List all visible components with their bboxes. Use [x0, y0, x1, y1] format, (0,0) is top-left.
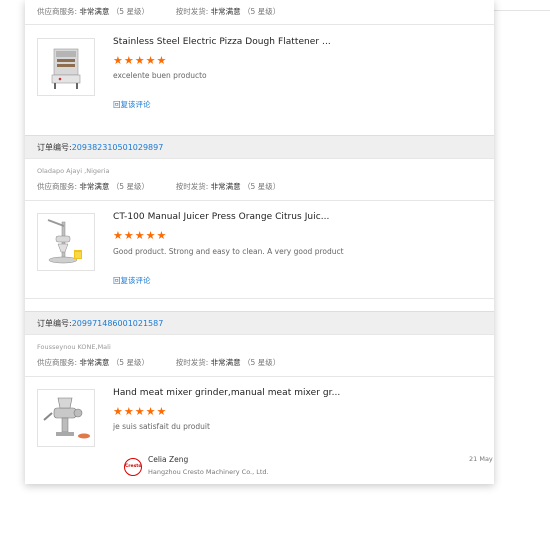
shipping-level: （5 星级）: [243, 358, 281, 367]
service-rating-row: 供应商服务: 非常满意 （5 星级） 按时发货: 非常满意 （5 星级）: [37, 6, 280, 17]
reply-review-link[interactable]: 回复该评论: [113, 99, 151, 110]
supplier-service-label: 供应商服务:: [37, 182, 78, 191]
product-thumbnail[interactable]: [37, 38, 95, 96]
star-rating: ★★★★★: [113, 405, 168, 418]
product-title[interactable]: Stainless Steel Electric Pizza Dough Fla…: [113, 37, 331, 47]
star-rating: ★★★★★: [113, 54, 168, 67]
product-title[interactable]: Hand meat mixer grinder,manual meat mixe…: [113, 388, 340, 398]
order-number-label: 订单编号:: [37, 143, 72, 152]
star-rating: ★★★★★: [113, 229, 168, 242]
dough-flattener-icon: [51, 48, 81, 89]
divider: [25, 298, 494, 299]
order-number-link[interactable]: 209971486001021587: [72, 319, 164, 328]
product-title[interactable]: CT-100 Manual Juicer Press Orange Citrus…: [113, 212, 329, 222]
review-text: excelente buen producto: [113, 71, 207, 80]
order-number-link[interactable]: 209382310501029897: [72, 143, 164, 152]
meat-grinder-icon: [43, 397, 90, 439]
service-rating-row: 供应商服务: 非常满意 （5 星级） 按时发货: 非常满意 （5 星级）: [37, 181, 280, 192]
product-thumbnail[interactable]: [37, 389, 95, 447]
shipping-level: （5 星级）: [243, 182, 281, 191]
review-text: je suis satisfait du produit: [113, 422, 210, 431]
shipping-level: （5 星级）: [243, 7, 281, 16]
buyer-info: Oladapo Ajayi ,Nigeria: [37, 167, 110, 175]
shipping-label: 按时发货:: [175, 358, 209, 367]
review-text: Good product. Strong and easy to clean. …: [113, 247, 344, 256]
shipping-value: 非常满意: [210, 358, 241, 367]
divider: [25, 376, 494, 377]
shipping-value: 非常满意: [210, 7, 241, 16]
supplier-service-label: 供应商服务:: [37, 7, 78, 16]
buyer-info: Fousseynou KONE,Mali: [37, 343, 111, 351]
supplier-service-level: （5 星级）: [111, 182, 149, 191]
seller-logo: Cresto: [124, 458, 142, 476]
reviews-popup-panel: 供应商服务: 非常满意 （5 星级） 按时发货: 非常满意 （5 星级） Sta…: [25, 0, 494, 484]
juicer-press-icon: [47, 219, 82, 264]
divider: [25, 24, 494, 25]
divider: [25, 200, 494, 201]
supplier-service-value: 非常满意: [79, 358, 110, 367]
order-number-label: 订单编号:: [37, 319, 72, 328]
seller-company: Hangzhou Cresto Machinery Co., Ltd.: [148, 468, 269, 476]
reply-date: 21 May: [469, 455, 493, 463]
product-thumbnail[interactable]: [37, 213, 95, 271]
order-header: 订单编号:209382310501029897: [25, 135, 494, 159]
shipping-label: 按时发货:: [175, 7, 209, 16]
shipping-value: 非常满意: [210, 182, 241, 191]
order-header: 订单编号:209971486001021587: [25, 311, 494, 335]
supplier-service-level: （5 星级）: [111, 7, 149, 16]
top-divider-line: [494, 10, 550, 11]
seller-name: Celia Zeng: [148, 455, 189, 464]
supplier-service-value: 非常满意: [79, 182, 110, 191]
service-rating-row: 供应商服务: 非常满意 （5 星级） 按时发货: 非常满意 （5 星级）: [37, 357, 280, 368]
supplier-service-value: 非常满意: [79, 7, 110, 16]
supplier-service-level: （5 星级）: [111, 358, 149, 367]
supplier-service-label: 供应商服务:: [37, 358, 78, 367]
reply-review-link[interactable]: 回复该评论: [113, 275, 151, 286]
shipping-label: 按时发货:: [175, 182, 209, 191]
